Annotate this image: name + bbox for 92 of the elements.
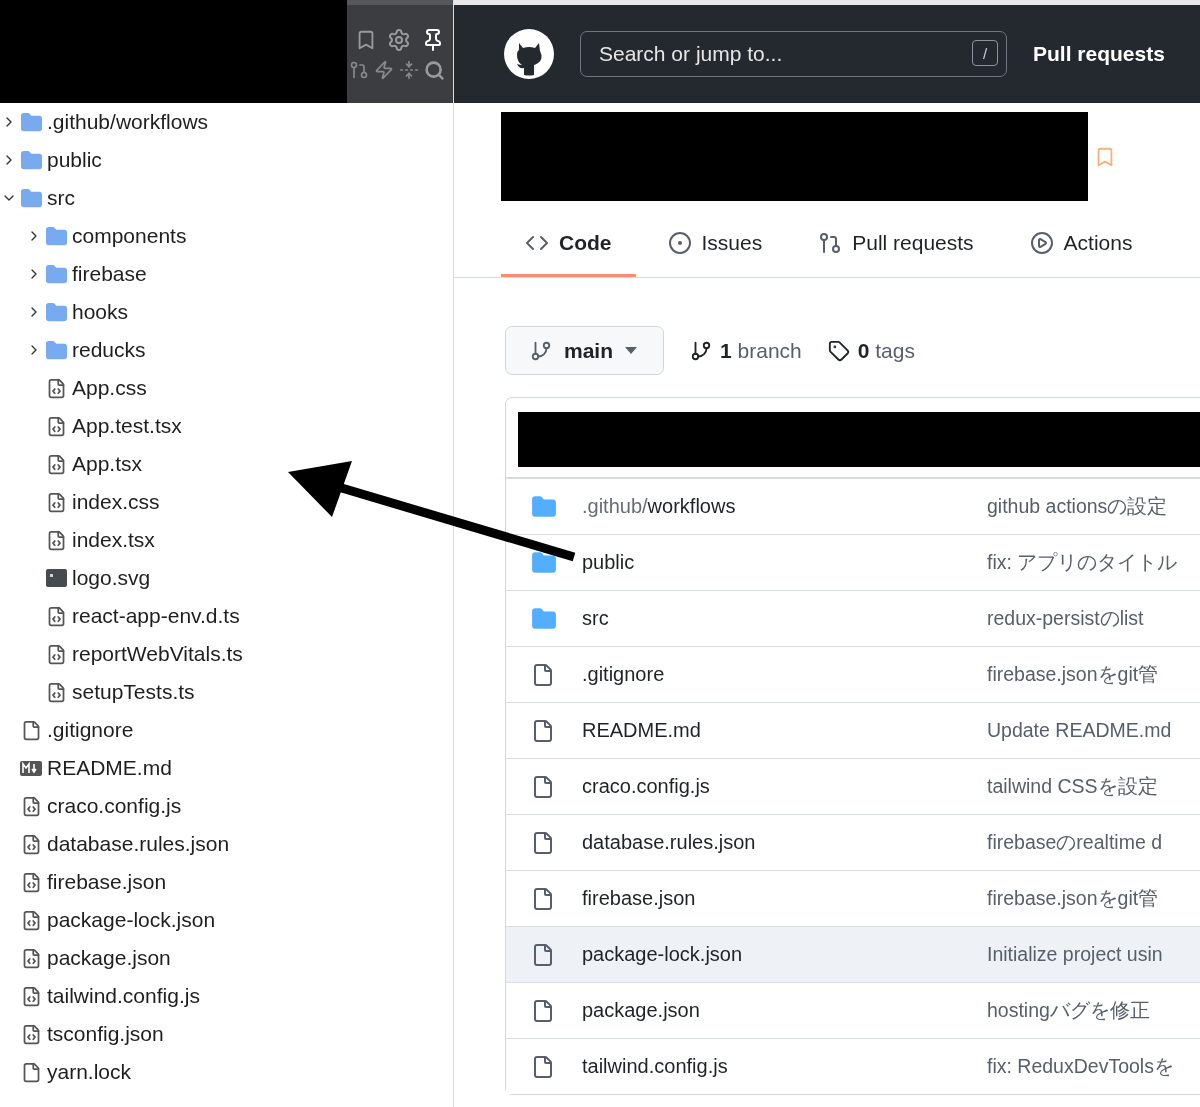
commit-message[interactable]: firebase.jsonをgit管 (987, 661, 1200, 688)
tag-icon (827, 339, 850, 362)
file-icon (531, 1054, 555, 1079)
commit-message[interactable]: tailwind CSSを設定 (987, 773, 1200, 800)
repo-tab[interactable]: Issues (643, 211, 787, 277)
folder-icon (531, 605, 557, 632)
folder-name[interactable]: public (47, 148, 102, 172)
file-name[interactable]: README.md (582, 719, 962, 742)
file-icon (531, 830, 555, 855)
file-row[interactable]: tailwind.config.js fix: ReduxDevToolsを (506, 1038, 1200, 1094)
github-logo[interactable] (504, 29, 554, 79)
file-name[interactable]: database.rules.json (582, 831, 962, 854)
caret-icon (625, 347, 637, 354)
file-name[interactable]: App.tsx (72, 452, 143, 476)
file-icon (531, 998, 555, 1023)
folder-icon (531, 549, 557, 576)
repo-tab[interactable]: Pull requests (794, 211, 998, 277)
folder-name[interactable]: firebase (72, 262, 147, 286)
repo-tab[interactable]: Code (501, 211, 636, 277)
file-name[interactable]: craco.config.js (47, 794, 182, 818)
settings-icon[interactable] (387, 27, 411, 52)
folder-icon (531, 493, 557, 520)
repo-tab[interactable]: Actions (1005, 211, 1157, 277)
folder-icon (19, 186, 43, 210)
folder-name[interactable]: src (47, 186, 75, 210)
file-name[interactable]: setupTests.ts (72, 680, 195, 704)
file-name[interactable]: index.css (72, 490, 160, 514)
lightning-icon[interactable] (374, 60, 394, 80)
file-name[interactable]: logo.svg (72, 566, 151, 590)
file-name[interactable]: package.json (47, 946, 171, 970)
file-name[interactable]: package-lock.json (582, 943, 962, 966)
issue-icon (667, 230, 692, 255)
pull-request-icon[interactable] (349, 60, 369, 80)
file-name[interactable]: src (582, 607, 962, 630)
commit-message[interactable]: firebase.jsonをgit管 (987, 885, 1200, 912)
folder-name[interactable]: components (72, 224, 187, 248)
file-name[interactable]: reportWebVitals.ts (72, 642, 243, 666)
folder-name[interactable]: reducks (72, 338, 146, 362)
file-row[interactable]: package-lock.json Initialize project usin (506, 926, 1200, 982)
file-name[interactable]: package.json (582, 999, 962, 1022)
image-file-icon (45, 569, 67, 587)
file-name[interactable]: yarn.lock (47, 1060, 132, 1084)
folder-name[interactable]: .github/workflows (47, 110, 209, 134)
file-name[interactable]: index.tsx (72, 528, 155, 552)
folder-icon (44, 300, 68, 324)
commit-message[interactable]: firebaseのrealtime d (987, 829, 1200, 856)
folder-icon (44, 338, 68, 362)
file-name[interactable]: craco.config.js (582, 775, 962, 798)
play-icon (1029, 230, 1054, 255)
file-name[interactable]: .gitignore (47, 718, 134, 742)
commit-message[interactable]: Update README.md (987, 719, 1200, 742)
branch-count-link[interactable]: 1 branch (690, 338, 802, 363)
nav-link[interactable]: Pull requests (1033, 42, 1165, 66)
file-icon (531, 886, 555, 911)
folder-icon (19, 148, 43, 172)
commit-message[interactable]: hostingバグを修正 (987, 997, 1200, 1024)
file-name[interactable]: App.test.tsx (72, 414, 182, 438)
folder-icon (44, 262, 68, 286)
folder-name[interactable]: hooks (72, 300, 129, 324)
commit-message[interactable]: Initialize project usin (987, 943, 1200, 966)
file-name[interactable]: public (582, 551, 962, 574)
file-name[interactable]: tsconfig.json (47, 1022, 164, 1046)
file-name[interactable]: .gitignore (582, 663, 962, 686)
folder-icon (44, 224, 68, 248)
branch-selector[interactable]: main (505, 326, 664, 375)
file-icon (531, 718, 555, 743)
file-name[interactable]: database.rules.json (47, 832, 230, 856)
file-name[interactable]: package-lock.json (47, 908, 216, 932)
file-name[interactable]: firebase.json (47, 870, 167, 894)
commit-message[interactable]: github actionsの設定 (987, 493, 1200, 520)
file-name[interactable]: tailwind.config.js (47, 984, 200, 1008)
pull-request-icon (818, 230, 843, 255)
branch-icon (690, 339, 712, 362)
commit-message[interactable]: redux-persistのlist (987, 605, 1200, 632)
file-name[interactable]: App.css (72, 376, 147, 400)
file-name[interactable]: tailwind.config.js (582, 1055, 962, 1078)
collapse-icon[interactable] (399, 60, 419, 80)
commit-message[interactable]: fix: アプリのタイトル (987, 549, 1200, 576)
commit-message[interactable]: fix: ReduxDevToolsを (987, 1053, 1200, 1080)
shortcut-key: / (972, 40, 998, 66)
folder-icon (19, 110, 43, 134)
tag-count-link[interactable]: 0 tags (827, 338, 915, 363)
file-icon (531, 942, 555, 967)
file-icon (531, 662, 555, 687)
file-name[interactable]: react-app-env.d.ts (72, 604, 240, 628)
file-icon (531, 774, 555, 799)
branch-icon (530, 339, 552, 362)
markdown-file-icon (20, 760, 42, 776)
file-name[interactable]: .github/workflows (582, 495, 962, 518)
file-name[interactable]: README.md (47, 756, 172, 780)
search-icon[interactable] (424, 59, 445, 81)
file-name[interactable]: firebase.json (582, 887, 962, 910)
